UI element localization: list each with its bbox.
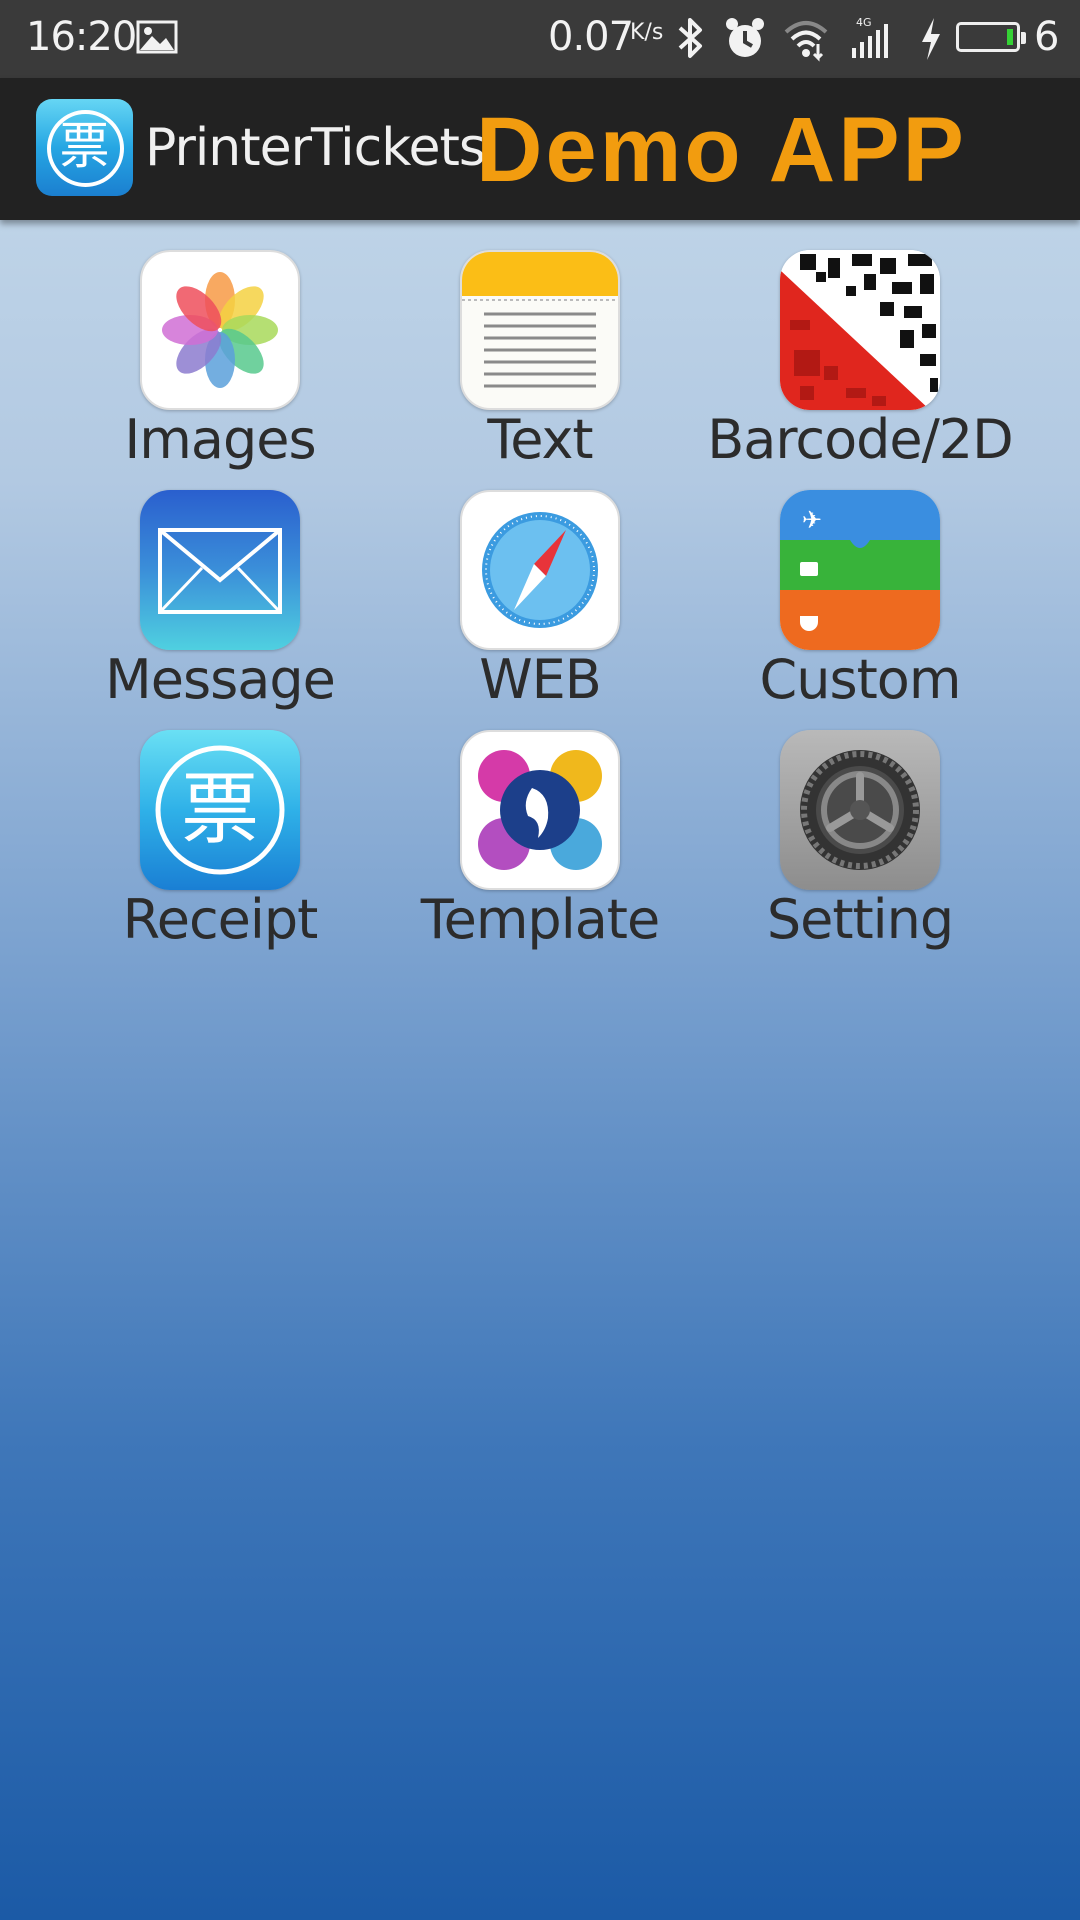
tile-barcode[interactable]: Barcode/2D — [700, 240, 1020, 480]
tile-template[interactable]: Template — [380, 720, 700, 960]
bluetooth-icon — [676, 14, 706, 64]
signal-icon: 4G — [848, 14, 898, 64]
tile-label: WEB — [479, 648, 602, 711]
tile-images[interactable]: Images — [60, 240, 380, 480]
tile-text[interactable]: Text — [380, 240, 700, 480]
tile-setting[interactable]: Setting — [700, 720, 1020, 960]
tile-label: Setting — [766, 888, 954, 951]
tile-label: Message — [105, 648, 336, 711]
tile-label: Barcode/2D — [707, 408, 1014, 471]
mail-icon — [140, 490, 300, 650]
qr-code-icon — [780, 250, 940, 410]
receipt-char: 票 — [181, 765, 259, 855]
tile-label: Images — [124, 408, 316, 471]
notes-icon — [460, 250, 620, 410]
photos-icon — [140, 250, 300, 410]
tile-label: Text — [487, 408, 593, 471]
net-speed-unit: K/s — [630, 20, 664, 45]
network-type: 4G — [856, 16, 872, 29]
status-bar: 16:20 0.07 K/s 4G 6 — [0, 0, 1080, 78]
battery-level: 6 — [1034, 14, 1060, 60]
tile-label: Template — [420, 888, 660, 951]
tile-custom[interactable]: ✈ Custom — [700, 480, 1020, 720]
net-speed: 0.07 — [548, 14, 634, 60]
wifi-icon — [782, 14, 830, 64]
ticket-icon: 票 — [140, 730, 300, 890]
status-time: 16:20 — [26, 14, 137, 60]
tile-message[interactable]: Message — [60, 480, 380, 720]
charging-icon — [918, 14, 944, 64]
page-title: Demo APP — [476, 99, 967, 201]
app-name: PrinterTickets — [145, 118, 486, 178]
palette-icon — [460, 730, 620, 890]
tile-label: Receipt — [122, 888, 319, 951]
settings-gear-icon — [780, 730, 940, 890]
battery-icon — [956, 22, 1026, 52]
tile-label: Custom — [759, 648, 962, 711]
app-logo-icon: 票 — [36, 99, 133, 196]
image-icon — [136, 20, 178, 54]
app-bar: 票 PrinterTickets Demo APP — [0, 78, 1080, 220]
tile-web[interactable]: WEB — [380, 480, 700, 720]
alarm-icon — [724, 14, 766, 64]
tile-receipt[interactable]: 票 Receipt — [60, 720, 380, 960]
svg-text:✈: ✈ — [802, 506, 822, 534]
compass-icon — [460, 490, 620, 650]
wallet-icon: ✈ — [780, 490, 940, 650]
